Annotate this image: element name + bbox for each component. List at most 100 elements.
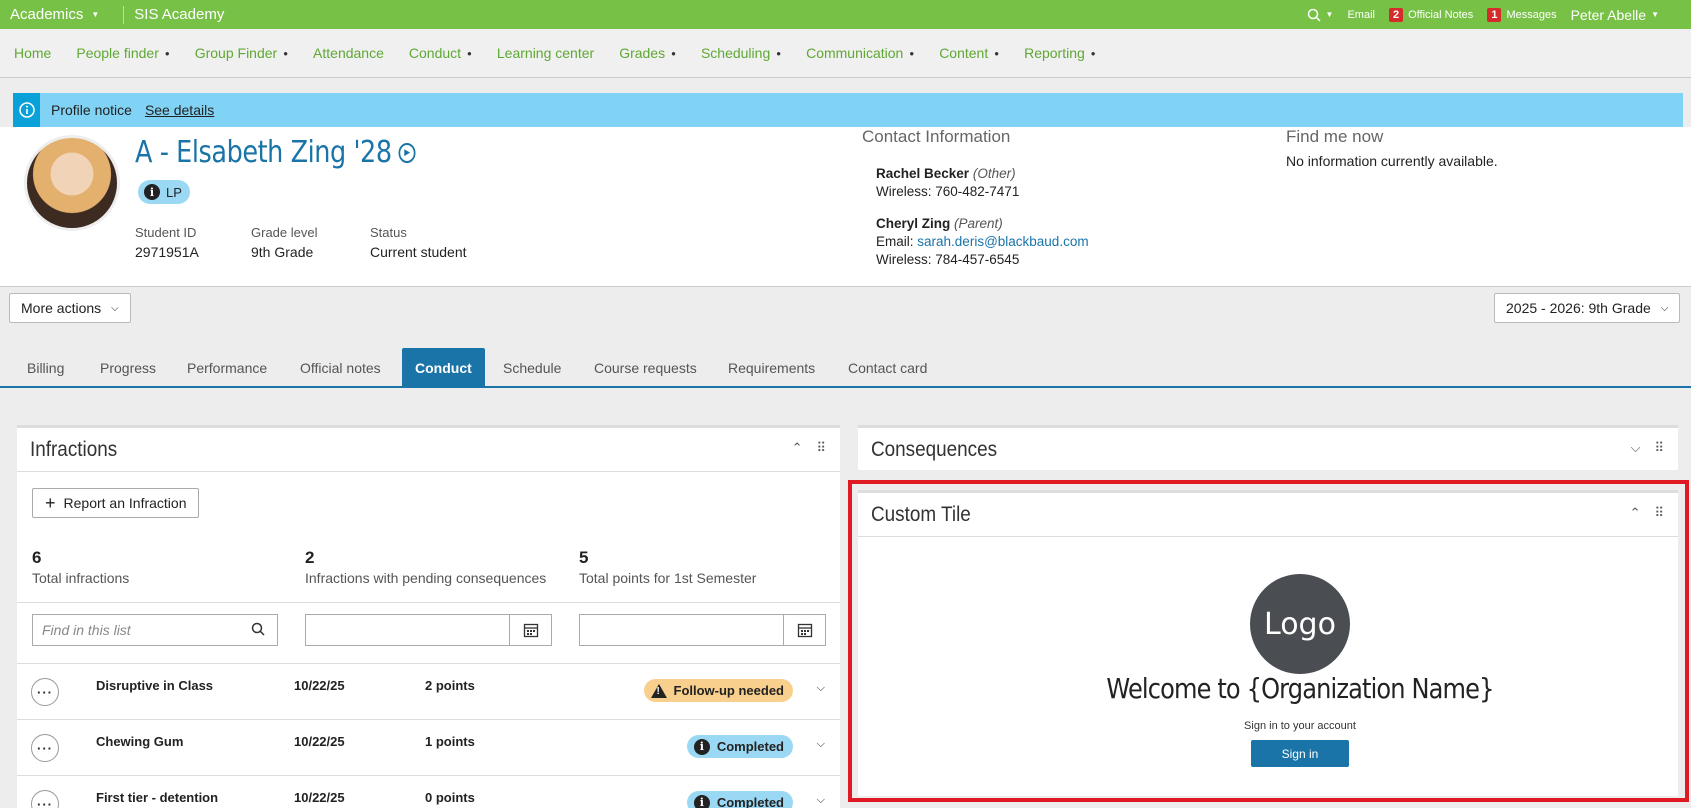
tab-performance[interactable]: Performance	[174, 348, 280, 386]
app-switcher[interactable]: Academics ▼	[0, 6, 109, 23]
stat-label: Total infractions	[32, 570, 130, 586]
contact-phone: Wireless: 784-457-6545	[876, 252, 1020, 267]
info-icon	[13, 93, 40, 127]
tab-conduct[interactable]: Conduct	[402, 348, 485, 386]
see-details-link[interactable]: See details	[145, 102, 214, 118]
nav-content[interactable]: Content ●	[939, 45, 999, 61]
panel-title: Infractions	[30, 437, 118, 461]
field-value: 9th Grade	[251, 244, 314, 260]
info-icon: i	[693, 738, 710, 755]
table-row: ··· Chewing Gum 10/22/25 1 points i Comp…	[17, 720, 840, 776]
nav-conduct[interactable]: Conduct ●	[409, 45, 472, 61]
info-icon: i	[144, 184, 160, 200]
chevron-down-icon[interactable]: ⌵	[817, 794, 825, 807]
contact-person: Cheryl Zing (Parent) Email: sarah.deris@…	[876, 216, 1089, 267]
chevron-down-icon: ⌵	[111, 302, 119, 314]
warning-icon	[650, 683, 667, 698]
infraction-points: 1 points	[425, 734, 475, 749]
search-placeholder: Find in this list	[42, 622, 131, 638]
field-label: Status	[370, 225, 407, 240]
contact-phone: Wireless: 760-482-7471	[876, 184, 1020, 199]
messages-link[interactable]: 1 Messages	[1487, 7, 1557, 22]
start-date-input[interactable]	[305, 614, 552, 646]
grade-level-field: Grade level 9th Grade	[251, 225, 317, 260]
search-button[interactable]: ▼	[1307, 8, 1333, 22]
stat-label: Infractions with pending consequences	[305, 570, 547, 586]
caret-down-icon: ●	[776, 48, 782, 58]
messages-label: Messages	[1506, 8, 1557, 21]
search-input[interactable]: Find in this list	[32, 614, 278, 646]
stat-label: Total points for 1st Semester	[579, 570, 757, 586]
tab-progress[interactable]: Progress	[87, 348, 169, 386]
infraction-name: Disruptive in Class	[96, 678, 214, 693]
tab-official-notes[interactable]: Official notes	[287, 348, 394, 386]
nav-attendance[interactable]: Attendance	[313, 45, 384, 61]
drag-handle-icon[interactable]: ⠿	[1654, 440, 1664, 456]
divider	[123, 5, 125, 24]
status-field: Status Current student	[370, 225, 467, 260]
nav-label: Home	[14, 45, 52, 61]
tab-contact-card[interactable]: Contact card	[835, 348, 940, 386]
stat-value: 6	[32, 548, 42, 567]
caret-down-icon: ●	[994, 48, 1000, 58]
contact-person: Rachel Becker (Other) Wireless: 760-482-…	[876, 166, 1019, 199]
tab-requirements[interactable]: Requirements	[715, 348, 828, 386]
select-value: 2025 - 2026: 9th Grade	[1506, 300, 1651, 316]
infraction-name: First tier - detention	[96, 790, 219, 805]
email-link[interactable]: Email	[1347, 9, 1375, 21]
field-label: Grade level	[251, 225, 318, 240]
chevron-down-icon[interactable]: ⌵	[817, 738, 825, 751]
end-date-input[interactable]	[579, 614, 826, 646]
nav-home[interactable]: Home	[14, 45, 51, 61]
nav-group-finder[interactable]: Group Finder ●	[195, 45, 288, 61]
nav-reporting[interactable]: Reporting ●	[1024, 45, 1096, 61]
school-name[interactable]: SIS Academy	[134, 6, 224, 23]
field-label: Student ID	[135, 225, 197, 240]
report-infraction-button[interactable]: + Report an Infraction	[32, 488, 200, 518]
find-me-text: No information currently available.	[1286, 153, 1498, 169]
caret-down-icon: ●	[909, 48, 915, 58]
notice-text: Profile notice	[51, 102, 132, 118]
nav-scheduling[interactable]: Scheduling ●	[701, 45, 781, 61]
status-label: Follow-up needed	[673, 683, 785, 698]
calendar-icon[interactable]	[509, 615, 551, 645]
infraction-points: 2 points	[425, 678, 475, 693]
tab-bar: Billing Progress Performance Official no…	[0, 348, 1691, 388]
year-select[interactable]: 2025 - 2026: 9th Grade ⌵	[1494, 293, 1681, 323]
student-name: A - Elsabeth Zing '28 ▶	[135, 135, 416, 170]
play-icon[interactable]: ▶	[398, 142, 416, 163]
email-link[interactable]: sarah.deris@blackbaud.com	[917, 234, 1088, 249]
expand-icon[interactable]: ⌵	[1631, 440, 1641, 456]
lp-badge[interactable]: i LP	[138, 180, 190, 204]
tab-course-requests[interactable]: Course requests	[581, 348, 710, 386]
infraction-points: 0 points	[425, 790, 475, 805]
nav-communication[interactable]: Communication ●	[806, 45, 914, 61]
chevron-down-icon[interactable]: ⌵	[817, 682, 825, 695]
nav-learning-center[interactable]: Learning center	[497, 45, 594, 61]
main-nav: Home People finder ● Group Finder ● Attend…	[0, 29, 1691, 78]
drag-handle-icon[interactable]: ⠿	[816, 440, 826, 456]
caret-down-icon: ●	[671, 48, 676, 58]
collapse-icon[interactable]: ⌃	[792, 440, 803, 456]
calendar-icon[interactable]	[783, 615, 825, 645]
find-me-now: Find me now No information currently ava…	[1286, 127, 1498, 169]
user-menu[interactable]: Peter Abelle ▼	[1571, 7, 1659, 23]
more-options-icon[interactable]: ···	[31, 734, 59, 762]
nav-label: People finder	[76, 45, 159, 61]
messages-count: 1	[1487, 7, 1502, 22]
infractions-panel: Infractions ⌃ ⠿ + Report an Infraction 6…	[17, 425, 840, 808]
avatar	[24, 135, 120, 231]
status-label: Completed	[716, 739, 784, 754]
more-options-icon[interactable]: ···	[31, 790, 59, 808]
infraction-date: 10/22/25	[294, 790, 345, 805]
tab-billing[interactable]: Billing	[14, 348, 77, 386]
official-notes-label: Official Notes	[1408, 8, 1474, 21]
more-options-icon[interactable]: ···	[31, 678, 59, 706]
user-name: Peter Abelle	[1570, 6, 1647, 23]
official-notes-link[interactable]: 2 Official Notes	[1388, 7, 1474, 22]
nav-people-finder[interactable]: People finder ●	[76, 45, 169, 61]
table-row: ··· First tier - detention 10/22/25 0 po…	[17, 776, 840, 808]
tab-schedule[interactable]: Schedule	[490, 348, 574, 386]
nav-grades[interactable]: Grades ●	[619, 45, 676, 61]
more-actions-button[interactable]: More actions ⌵	[9, 293, 131, 323]
